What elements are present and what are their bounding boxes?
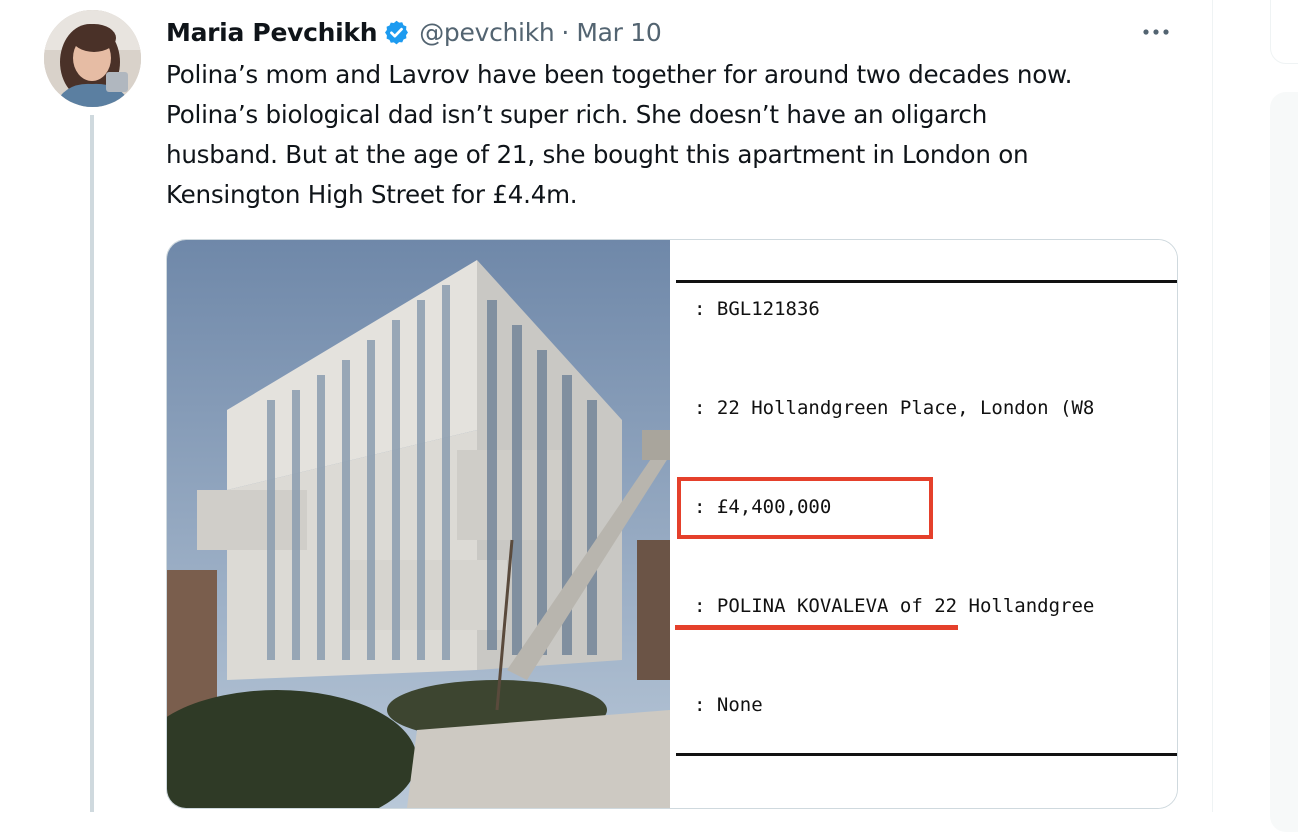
header-separator: · [561, 17, 570, 47]
tweet-text-line: Kensington High Street for £4.4m. [166, 180, 578, 209]
author-name[interactable]: Maria Pevchikh [166, 18, 378, 47]
doc-address: : 22 Hollandgreen Place, London (W8 [694, 397, 1095, 419]
column-divider [1212, 0, 1213, 812]
author-handle[interactable]: @pevchikh [419, 18, 555, 47]
doc-owner: : POLINA KOVALEVA of 22 Hollandgree [694, 595, 1095, 617]
building-photo[interactable] [167, 240, 670, 808]
sidebar-search-card[interactable] [1270, 0, 1298, 64]
tweet-header: Maria Pevchikh @pevchikh · Mar 10 [166, 14, 662, 50]
thread-connector-line [90, 115, 94, 812]
doc-restriction: : None [694, 694, 763, 716]
sidebar-trends-card [1270, 92, 1298, 832]
owner-highlight-underline [675, 625, 958, 630]
tweet-text-line: Polina’s mom and Lavrov have been togeth… [166, 60, 1073, 89]
doc-title-number: : BGL121836 [694, 298, 820, 320]
document-rule-top [676, 280, 1177, 283]
tweet-date[interactable]: Mar 10 [576, 18, 661, 47]
doc-price: : £4,400,000 [694, 496, 832, 518]
land-registry-document: : BGL121836 : 22 Hollandgreen Place, Lon… [670, 240, 1177, 808]
tweet-text-line: Polina’s biological dad isn’t super rich… [166, 100, 988, 129]
author-avatar[interactable] [44, 10, 141, 107]
verified-badge-icon [383, 19, 410, 46]
tweet-text-line: husband. But at the age of 21, she bough… [166, 140, 1029, 169]
tweet-media[interactable]: : BGL121836 : 22 Hollandgreen Place, Lon… [166, 239, 1178, 809]
more-options-icon[interactable] [1138, 22, 1174, 42]
tweet-text: Polina’s mom and Lavrov have been togeth… [166, 55, 1176, 215]
document-rule-bottom [676, 753, 1177, 756]
